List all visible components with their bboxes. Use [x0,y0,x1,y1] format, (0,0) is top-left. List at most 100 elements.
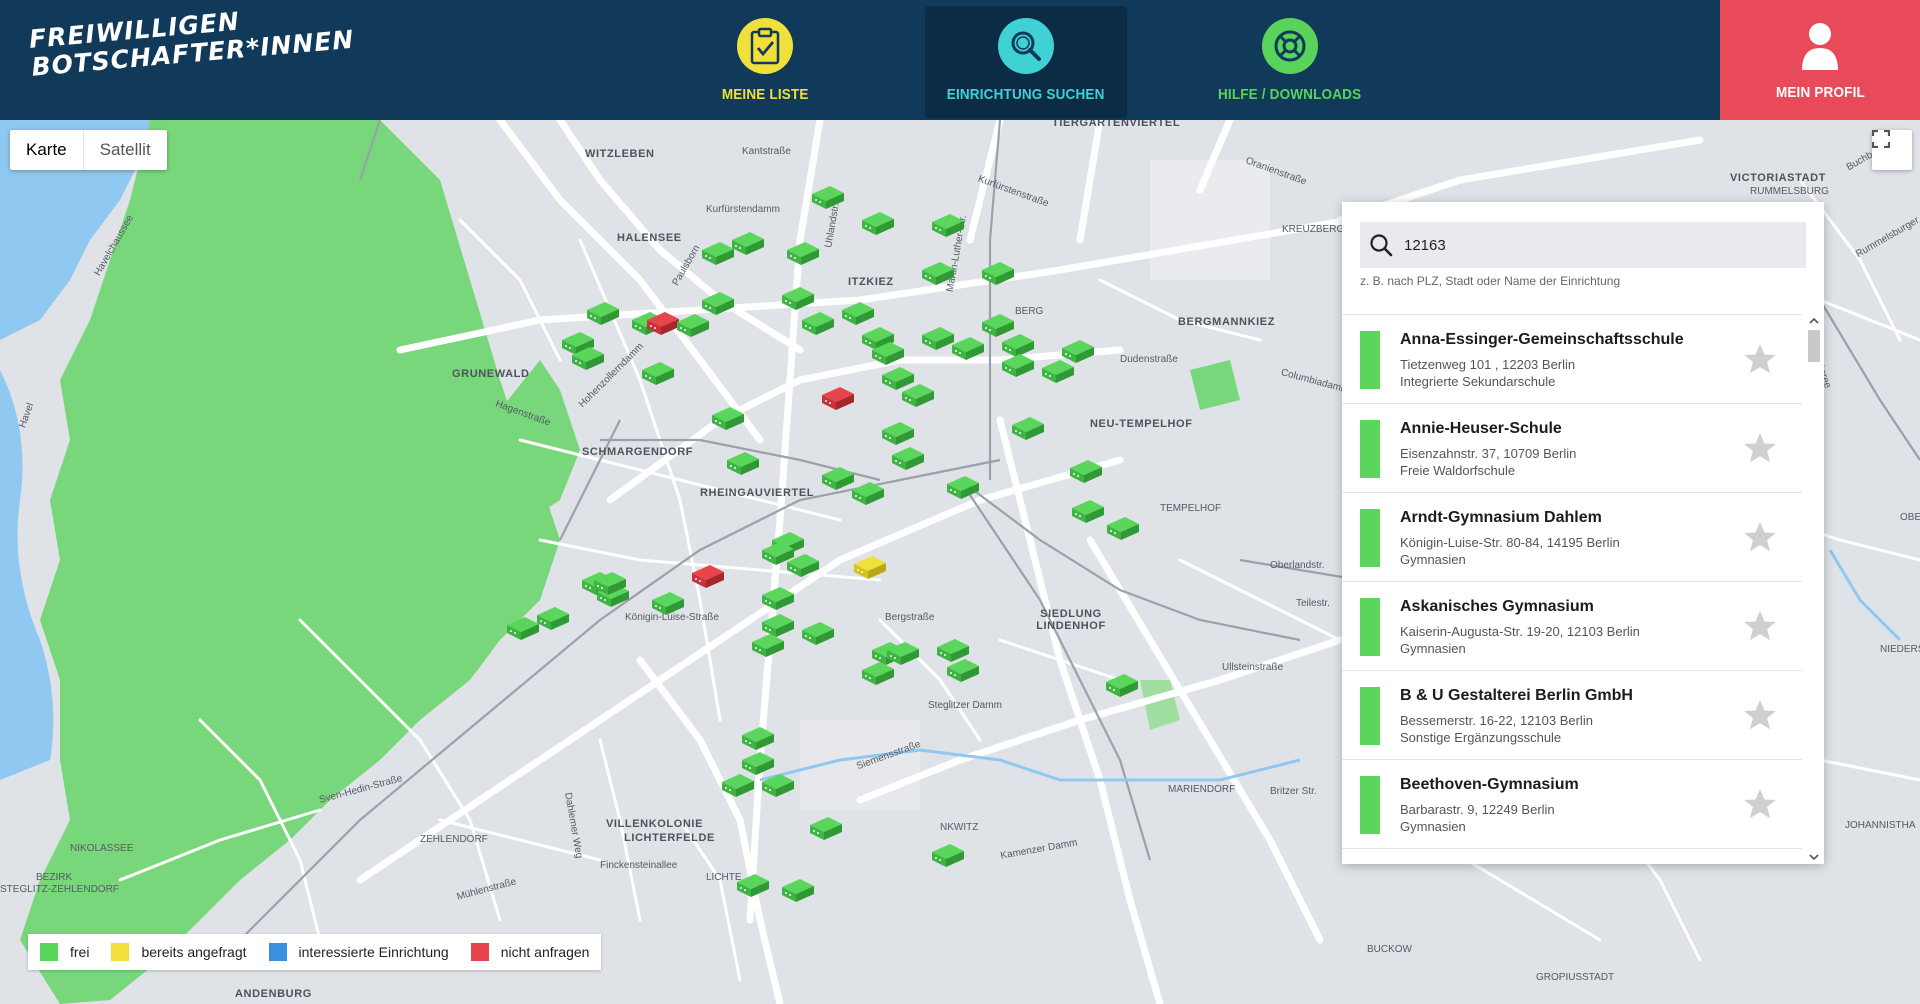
star-icon[interactable] [1742,341,1778,377]
map-label-street: Dudenstraße [1120,354,1178,365]
list-item[interactable]: Anna-Essinger-Gemeinschaftsschule Tietze… [1342,315,1802,404]
facility-marker-free[interactable] [570,345,606,371]
facility-marker-free[interactable] [920,260,956,286]
nav-search-label: EINRICHTUNG SUCHEN [947,86,1105,103]
nav-my-profile[interactable]: MEIN PROFIL [1720,0,1920,120]
facility-address: Bessemerstr. 16-22, 12103 Berlin [1400,713,1593,728]
facility-marker-free[interactable] [780,877,816,903]
facility-marker-free[interactable] [780,285,816,311]
facility-marker-free[interactable] [930,212,966,238]
search-box [1360,222,1806,268]
fullscreen-button[interactable] [1872,130,1912,170]
list-item[interactable]: Annie-Heuser-Schule Eisenzahnstr. 37, 10… [1342,404,1802,493]
facility-marker-requested[interactable] [852,554,888,580]
star-icon[interactable] [1742,430,1778,466]
facility-marker-free[interactable] [1068,458,1104,484]
facility-address: Barbarastr. 9, 12249 Berlin [1400,802,1555,817]
clipboard-check-icon [737,18,793,74]
legend-item-requested: bereits angefragt [111,943,247,961]
results-list[interactable]: Anna-Essinger-Gemeinschaftsschule Tietze… [1342,314,1802,864]
map-label-district: MARIENDORF [1168,784,1236,795]
nav-search-facility[interactable]: EINRICHTUNG SUCHEN [925,6,1127,118]
fullscreen-icon [1872,130,1890,148]
facility-marker-free[interactable] [720,772,756,798]
map-label-district: GRUNEWALD [452,368,530,380]
facility-marker-free[interactable] [950,335,986,361]
list-item[interactable]: Beethoven-Gymnasium Barbarastr. 9, 12249… [1342,760,1802,849]
star-icon[interactable] [1742,786,1778,822]
map-type-karte-button[interactable]: Karte [10,130,84,170]
facility-marker-free[interactable] [810,184,846,210]
list-item[interactable]: Askanisches Gymnasium Kaiserin-Augusta-S… [1342,582,1802,671]
star-icon[interactable] [1742,519,1778,555]
facility-marker-free[interactable] [808,815,844,841]
results-scrollbar[interactable] [1804,314,1824,864]
map-type-satellit-button[interactable]: Satellit [84,130,167,170]
status-indicator [1360,509,1380,567]
facility-marker-free[interactable] [945,657,981,683]
chevron-down-icon[interactable] [1804,850,1824,864]
facility-marker-free[interactable] [980,260,1016,286]
facility-marker-free[interactable] [945,474,981,500]
facility-marker-free[interactable] [860,660,896,686]
facility-marker-free[interactable] [760,585,796,611]
facility-name: Anna-Essinger-Gemeinschaftsschule [1400,331,1684,348]
facility-marker-free[interactable] [900,382,936,408]
map-label-district: VICTORIASTADT [1730,172,1827,184]
facility-marker-free[interactable] [1010,415,1046,441]
facility-marker-free[interactable] [785,552,821,578]
facility-marker-free[interactable] [760,772,796,798]
facility-marker-free[interactable] [740,725,776,751]
facility-marker-free[interactable] [640,360,676,386]
facility-marker-free[interactable] [1000,352,1036,378]
search-hint: z. B. nach PLZ, Stadt oder Name der Einr… [1360,274,1621,288]
star-icon[interactable] [1742,608,1778,644]
map-type-control: Karte Satellit [10,130,167,170]
star-icon[interactable] [1742,697,1778,733]
map-label-street: Bergstraße [885,612,935,623]
facility-marker-free[interactable] [585,300,621,326]
facility-marker-free[interactable] [850,480,886,506]
nav-my-list[interactable]: MEINE LISTE [690,0,840,120]
status-indicator [1360,687,1380,745]
facility-marker-do-not-request[interactable] [820,385,856,411]
facility-marker-free[interactable] [890,445,926,471]
facility-marker-free[interactable] [650,590,686,616]
map-label-district: LICHTERFELDE [624,832,715,844]
map-label-district: HALENSEE [617,232,682,244]
map-label-district: STEGLITZ-ZEHLENDORF [0,884,119,895]
facility-marker-free[interactable] [1070,498,1106,524]
facility-marker-free[interactable] [700,290,736,316]
facility-marker-free[interactable] [700,240,736,266]
map-label-district: ITZKIEZ [848,276,894,288]
scrollbar-thumb[interactable] [1808,330,1820,362]
facility-marker-free[interactable] [750,632,786,658]
legend-label: interessierte Einrichtung [298,944,449,960]
search-input[interactable] [1402,235,1786,255]
map-label-street: Oberlandstr. [1270,560,1325,571]
facility-marker-free[interactable] [785,240,821,266]
facility-marker-free[interactable] [930,842,966,868]
chevron-up-icon[interactable] [1804,314,1824,328]
nav-profile-label: MEIN PROFIL [1775,84,1865,101]
brand-logo[interactable]: FREIWILLIGEN BOTSCHAFTER*INNEN [28,0,355,96]
facility-marker-do-not-request[interactable] [690,563,726,589]
list-item[interactable] [1342,849,1802,864]
list-item[interactable]: Arndt-Gymnasium Dahlem Königin-Luise-Str… [1342,493,1802,582]
facility-marker-free[interactable] [860,210,896,236]
nav-help-downloads[interactable]: HILFE / DOWNLOADS [1210,0,1370,120]
facility-marker-free[interactable] [592,570,628,596]
list-item[interactable]: B & U Gestalterei Berlin GmbH Bessemerst… [1342,671,1802,760]
facility-marker-free[interactable] [800,310,836,336]
facility-marker-free[interactable] [735,872,771,898]
facility-marker-free[interactable] [880,420,916,446]
facility-marker-free[interactable] [840,300,876,326]
facility-marker-free[interactable] [725,450,761,476]
facility-marker-free[interactable] [800,620,836,646]
facility-marker-free[interactable] [710,405,746,431]
facility-marker-free[interactable] [505,615,541,641]
facility-marker-free[interactable] [1040,358,1076,384]
facility-marker-free[interactable] [1105,515,1141,541]
facility-marker-free[interactable] [870,340,906,366]
facility-marker-free[interactable] [1104,672,1140,698]
